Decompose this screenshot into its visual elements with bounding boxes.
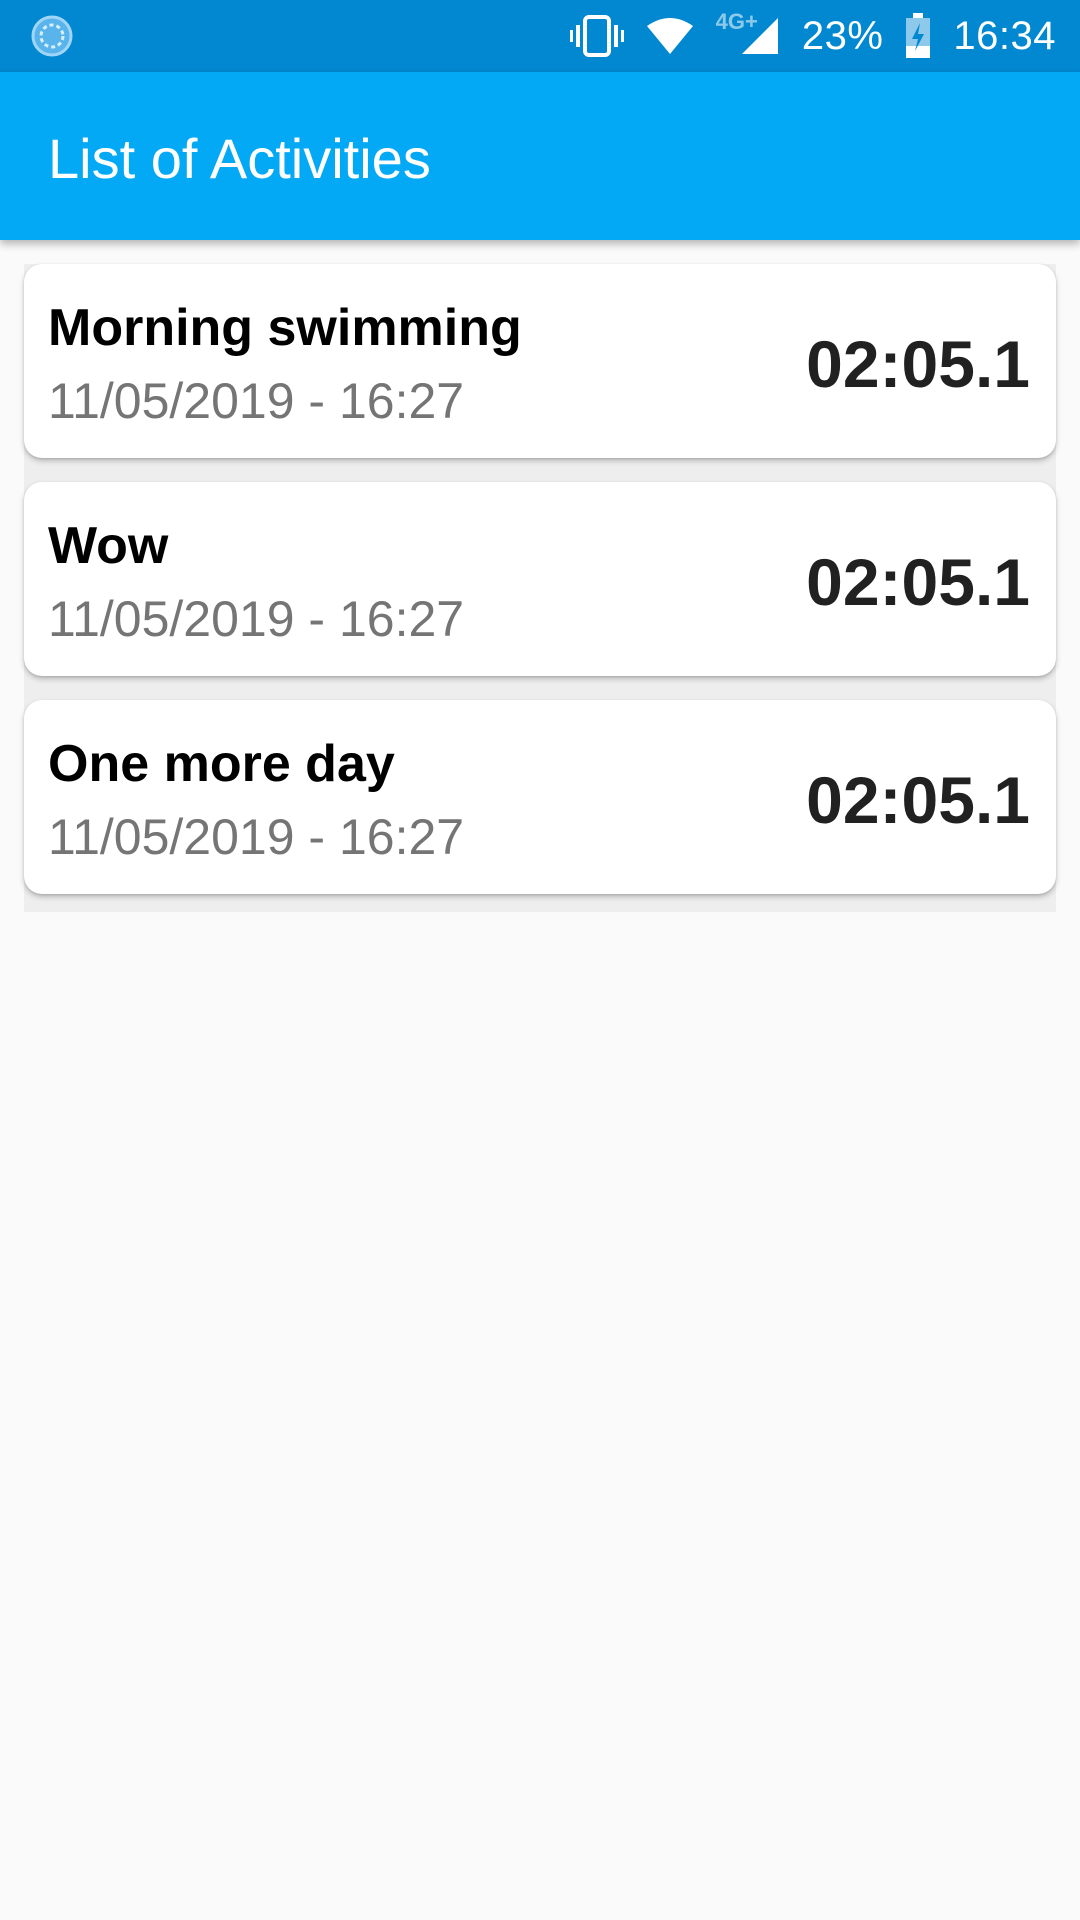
activity-duration: 02:05.1	[806, 327, 1030, 401]
vibrate-icon	[569, 14, 624, 58]
activity-duration: 02:05.1	[806, 545, 1030, 619]
page-title: List of Activities	[48, 127, 431, 190]
wifi-icon	[646, 16, 694, 56]
activity-card[interactable]: One more day 11/05/2019 - 16:27 02:05.1	[24, 700, 1056, 894]
activity-date: 11/05/2019 - 16:27	[48, 809, 465, 865]
activity-list: Morning swimming 11/05/2019 - 16:27 02:0…	[24, 264, 1056, 918]
activity-title: Morning swimming	[48, 299, 522, 357]
status-bar: 4G+ 23% 16:34	[0, 0, 1080, 72]
activity-title: One more day	[48, 735, 395, 793]
sync-icon	[30, 14, 74, 58]
battery-percent: 23%	[801, 13, 884, 58]
activity-title: Wow	[48, 517, 169, 575]
battery-charging-icon	[905, 13, 931, 59]
clock: 16:34	[953, 13, 1056, 58]
app-bar: List of Activities	[0, 72, 1080, 240]
activity-date: 11/05/2019 - 16:27	[48, 591, 465, 647]
activity-date: 11/05/2019 - 16:27	[48, 373, 465, 429]
activity-card[interactable]: Morning swimming 11/05/2019 - 16:27 02:0…	[24, 264, 1056, 458]
activity-card[interactable]: Wow 11/05/2019 - 16:27 02:05.1	[24, 482, 1056, 676]
activity-duration: 02:05.1	[806, 763, 1030, 837]
network-type-label: 4G+	[715, 9, 758, 34]
